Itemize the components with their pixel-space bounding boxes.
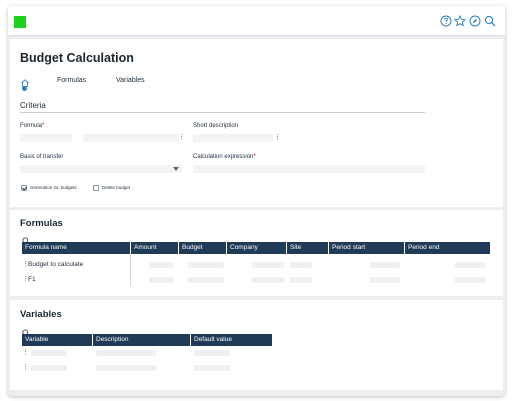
app-window: Budget Calculation Formulas Variables Cr…: [8, 6, 505, 396]
tab-formulas[interactable]: Formulas: [57, 77, 86, 84]
app-logo[interactable]: [14, 16, 26, 28]
formulas-title: Formulas: [20, 218, 63, 229]
table-cell-amount[interactable]: [149, 262, 173, 268]
table-cell-description[interactable]: [96, 365, 156, 371]
table-cell-variable[interactable]: [31, 365, 67, 371]
column-header-formula-name[interactable]: Formula name: [22, 242, 130, 254]
column-header-variable[interactable]: Variable: [22, 334, 92, 346]
basis-of-transfer-label: Basis of transfer: [20, 154, 64, 160]
column-header-default-value[interactable]: Default value: [190, 334, 272, 346]
top-bar: [8, 6, 505, 36]
short-description-label: Short description: [193, 123, 239, 129]
tab-active-indicator: [22, 86, 27, 91]
column-header-company[interactable]: Company: [226, 242, 286, 254]
table-cell-amount[interactable]: [149, 277, 173, 283]
table-cell-description[interactable]: [96, 350, 156, 356]
formulas-table-header: Formula name Amount Budget Company Site …: [22, 242, 490, 254]
formulas-search-icon[interactable]: [22, 232, 30, 245]
variables-card: Variables Variable Description Default v…: [10, 300, 503, 390]
variables-search-icon[interactable]: [22, 324, 30, 337]
row-actions-icon[interactable]: ⋮: [22, 349, 29, 357]
table-cell-period-start[interactable]: [370, 262, 400, 268]
table-cell-site[interactable]: [290, 277, 312, 283]
table-cell-site[interactable]: [290, 262, 312, 268]
variables-title: Variables: [20, 309, 62, 320]
table-cell-budget[interactable]: [188, 277, 224, 283]
generation-gl-budgets-label: Generation GL budgets: [30, 185, 77, 190]
formula-more-icon[interactable]: ⋮: [178, 134, 185, 142]
section-divider: [20, 112, 425, 113]
calculation-expression-field[interactable]: [193, 165, 425, 173]
formula-description-field[interactable]: [83, 134, 179, 142]
formula-field[interactable]: [20, 134, 72, 142]
table-cell-period-end[interactable]: [455, 262, 485, 268]
table-cell-variable[interactable]: [31, 350, 67, 356]
table-cell-company[interactable]: [252, 262, 284, 268]
table-cell-budget[interactable]: [188, 262, 224, 268]
page-title: Budget Calculation: [20, 51, 134, 65]
calculation-expression-label: Calculation expression*: [193, 154, 256, 160]
formulas-card: Formulas Formula name Amount Budget Comp…: [10, 210, 503, 296]
short-description-more-icon[interactable]: ⋮: [274, 134, 281, 142]
star-icon[interactable]: [454, 15, 466, 27]
search-icon[interactable]: [484, 15, 496, 27]
table-cell-period-end[interactable]: [455, 277, 485, 283]
formula-label: Formula*: [20, 123, 45, 129]
column-header-site[interactable]: Site: [286, 242, 328, 254]
short-description-field[interactable]: [193, 134, 273, 142]
delete-budget-label: Delete budget: [102, 185, 131, 190]
column-header-description[interactable]: Description: [92, 334, 190, 346]
help-icon[interactable]: [440, 15, 452, 27]
column-header-period-start[interactable]: Period start: [328, 242, 404, 254]
delete-budget-checkbox[interactable]: [93, 185, 99, 191]
generation-gl-budgets-checkbox[interactable]: [21, 185, 27, 191]
column-header-period-end[interactable]: Period end: [404, 242, 490, 254]
column-divider: [130, 254, 131, 286]
variables-table-header: Variable Description Default value: [22, 334, 272, 346]
column-header-amount[interactable]: Amount: [130, 242, 178, 254]
table-row-formula-name[interactable]: Budget to calculate: [28, 261, 83, 269]
table-row-formula-name[interactable]: F1: [28, 276, 36, 284]
row-actions-icon[interactable]: ⋮: [22, 364, 29, 372]
tab-variables[interactable]: Variables: [116, 77, 145, 84]
compass-icon[interactable]: [469, 15, 481, 27]
table-cell-period-start[interactable]: [370, 277, 400, 283]
table-cell-company[interactable]: [252, 277, 284, 283]
column-header-budget[interactable]: Budget: [178, 242, 226, 254]
basis-of-transfer-select[interactable]: [20, 165, 182, 173]
table-cell-default-value[interactable]: [194, 350, 230, 356]
criteria-card: Budget Calculation Formulas Variables Cr…: [10, 39, 503, 207]
section-title-criteria: Criteria: [20, 101, 46, 110]
table-cell-default-value[interactable]: [194, 365, 230, 371]
home-icon[interactable]: [20, 75, 30, 87]
chevron-down-icon[interactable]: [173, 167, 179, 171]
